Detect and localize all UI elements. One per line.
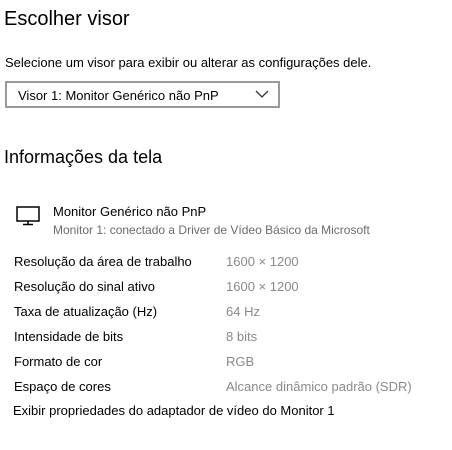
monitor-name: Monitor Genérico não PnP — [53, 204, 207, 219]
color-space-label: Espaço de cores — [14, 379, 111, 394]
page-title: Escolher visor — [4, 8, 130, 30]
page-description: Selecione um visor para exibir ou altera… — [5, 55, 372, 70]
monitor-subtitle: Monitor 1: conectado a Driver de Vídeo B… — [53, 223, 370, 237]
monitor-icon — [16, 206, 40, 226]
chevron-down-icon — [255, 90, 269, 98]
bit-depth-label: Intensidade de bits — [14, 329, 124, 344]
desktop-resolution-label: Resolução da área de trabalho — [14, 254, 192, 269]
adapter-properties-link[interactable]: Exibir propriedades do adaptador de víde… — [13, 403, 335, 418]
color-format-label: Formato de cor — [14, 354, 103, 369]
refresh-rate-value: 64 Hz — [226, 304, 260, 319]
display-select-value: Visor 1: Monitor Genérico não PnP — [18, 88, 219, 103]
color-space-value: Alcance dinâmico padrão (SDR) — [226, 379, 412, 394]
desktop-resolution-value: 1600 × 1200 — [226, 254, 299, 269]
color-format-value: RGB — [226, 354, 255, 369]
bit-depth-value: 8 bits — [226, 329, 258, 344]
display-select[interactable]: Visor 1: Monitor Genérico não PnP — [5, 81, 280, 108]
info-section-title: Informações da tela — [4, 147, 163, 167]
active-signal-resolution-value: 1600 × 1200 — [226, 279, 299, 294]
active-signal-resolution-label: Resolução do sinal ativo — [14, 279, 155, 294]
refresh-rate-label: Taxa de atualização (Hz) — [14, 304, 158, 319]
